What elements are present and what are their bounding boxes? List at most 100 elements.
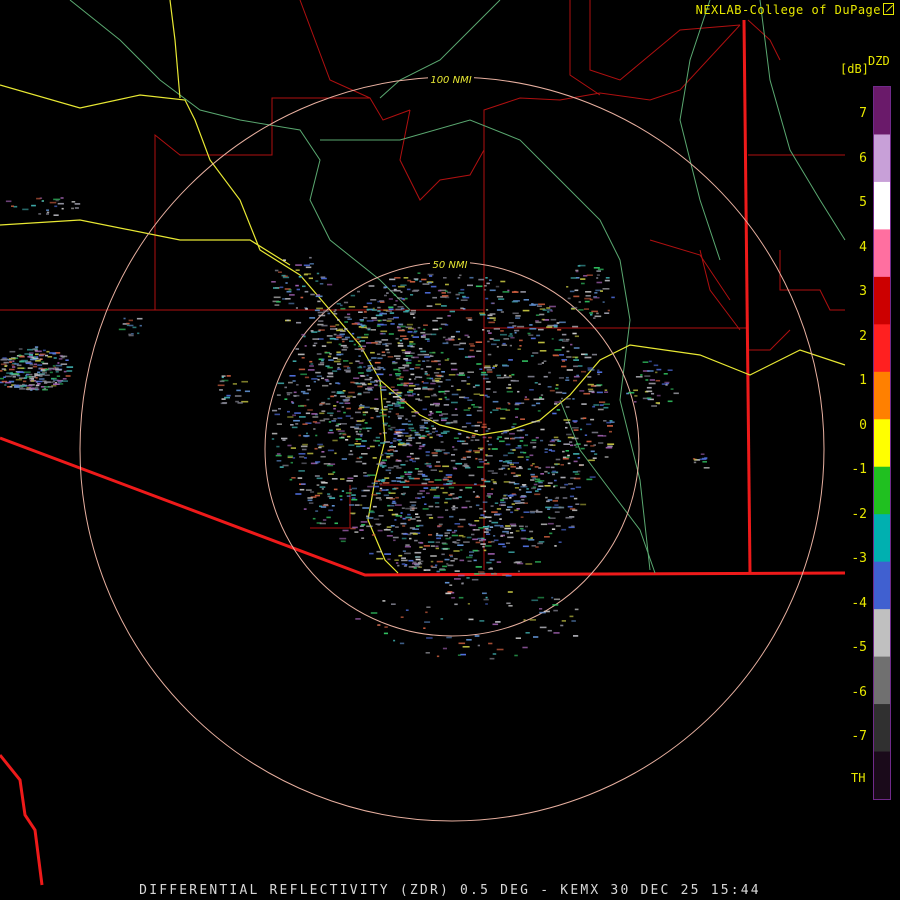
radar-echo-pixel bbox=[404, 522, 407, 525]
radar-echo-pixel bbox=[336, 423, 340, 426]
radar-echo-pixel bbox=[604, 391, 609, 393]
radar-echo-pixel bbox=[509, 532, 514, 534]
radar-echo-pixel bbox=[519, 339, 523, 342]
radar-echo-pixel bbox=[241, 380, 248, 383]
radar-echo-pixel bbox=[400, 335, 407, 337]
radar-echo-pixel bbox=[452, 446, 455, 448]
radar-echo-pixel bbox=[445, 509, 449, 511]
radar-echo-pixel bbox=[596, 391, 603, 394]
radar-echo-pixel bbox=[411, 415, 416, 417]
radar-echo-pixel bbox=[446, 483, 452, 485]
radar-echo-pixel bbox=[311, 378, 318, 380]
radar-echo-pixel bbox=[382, 319, 387, 321]
radar-echo-pixel bbox=[378, 515, 384, 517]
radar-echo-pixel bbox=[498, 468, 504, 470]
radar-echo-pixel bbox=[387, 318, 394, 320]
radar-echo-pixel bbox=[506, 532, 509, 535]
radar-echo-pixel bbox=[409, 343, 412, 345]
radar-echo-pixel bbox=[321, 488, 324, 490]
radar-echo-pixel bbox=[435, 404, 440, 407]
radar-echo-pixel bbox=[461, 582, 464, 584]
radar-echo-pixel bbox=[57, 381, 62, 383]
radar-echo-pixel bbox=[441, 295, 449, 297]
radar-echo-pixel bbox=[367, 386, 374, 389]
scale-tick-label: 3 bbox=[859, 284, 867, 299]
radar-echo-pixel bbox=[571, 308, 575, 310]
radar-echo-pixel bbox=[316, 307, 323, 310]
radar-echo-pixel bbox=[578, 301, 581, 303]
radar-echo-pixel bbox=[572, 509, 578, 512]
radar-echo-pixel bbox=[548, 449, 552, 451]
radar-echo-pixel bbox=[316, 375, 322, 377]
radar-echo-pixel bbox=[549, 532, 553, 535]
radar-echo-pixel bbox=[453, 420, 458, 422]
radar-echo-pixel bbox=[457, 544, 464, 546]
radar-echo-pixel bbox=[435, 534, 443, 537]
radar-echo-pixel bbox=[418, 524, 424, 527]
radar-echo-pixel bbox=[479, 508, 483, 510]
radar-echo-pixel bbox=[390, 530, 394, 533]
radar-echo-pixel bbox=[366, 525, 373, 528]
radar-echo-pixel bbox=[402, 525, 406, 527]
radar-echo-pixel bbox=[571, 437, 579, 440]
radar-echo-pixel bbox=[466, 414, 472, 416]
radar-echo-pixel bbox=[559, 354, 564, 356]
radar-echo-pixel bbox=[382, 482, 390, 484]
radar-echo-pixel bbox=[555, 387, 559, 390]
radar-echo-pixel bbox=[517, 348, 521, 350]
radar-echo-pixel bbox=[473, 450, 480, 452]
radar-echo-pixel bbox=[336, 428, 341, 431]
radar-echo-pixel bbox=[366, 369, 373, 371]
radar-echo-pixel bbox=[442, 548, 448, 550]
radar-echo-pixel bbox=[359, 406, 365, 409]
radar-echo-pixel bbox=[337, 366, 340, 369]
radar-echo-pixel bbox=[440, 487, 445, 490]
radar-echo-pixel bbox=[565, 376, 569, 379]
radar-echo-pixel bbox=[486, 330, 490, 332]
radar-echo-pixel bbox=[544, 451, 548, 453]
radar-echo-pixel bbox=[454, 578, 461, 580]
radar-echo-pixel bbox=[565, 450, 569, 452]
radar-echo-pixel bbox=[370, 381, 376, 383]
radar-echo-pixel bbox=[392, 389, 399, 391]
radar-echo-pixel bbox=[573, 497, 578, 500]
radar-echo-pixel bbox=[307, 369, 315, 371]
radar-echo-pixel bbox=[44, 386, 50, 388]
radar-echo-pixel bbox=[224, 396, 230, 399]
radar-echo-pixel bbox=[394, 355, 401, 357]
radar-echo-pixel bbox=[492, 365, 497, 367]
radar-echo-pixel bbox=[425, 569, 430, 571]
radar-echo-pixel bbox=[579, 390, 585, 392]
radar-echo-pixel bbox=[583, 308, 589, 310]
radar-echo-pixel bbox=[278, 271, 282, 273]
radar-echo-pixel bbox=[57, 202, 64, 205]
radar-echo-pixel bbox=[475, 457, 478, 460]
radar-echo-pixel bbox=[460, 458, 467, 460]
radar-echo-pixel bbox=[499, 440, 505, 443]
radar-echo-pixel bbox=[544, 470, 548, 473]
radar-echo-pixel bbox=[12, 373, 20, 375]
radar-echo-pixel bbox=[427, 340, 430, 342]
radar-echo-pixel bbox=[370, 417, 374, 419]
radar-echo-pixel bbox=[403, 382, 409, 385]
radar-echo-pixel bbox=[340, 304, 343, 307]
radar-echo-pixel bbox=[581, 370, 587, 373]
radar-echo-pixel bbox=[459, 518, 466, 521]
radar-echo-pixel bbox=[500, 417, 506, 420]
radar-echo-pixel bbox=[302, 285, 306, 288]
radar-echo-pixel bbox=[460, 299, 468, 301]
radar-echo-pixel bbox=[403, 358, 409, 360]
radar-echo-pixel bbox=[518, 525, 524, 528]
radar-echo-pixel bbox=[635, 376, 643, 378]
radar-echo-pixel bbox=[361, 537, 365, 539]
radar-echo-pixel bbox=[570, 487, 575, 490]
radar-echo-pixel bbox=[404, 471, 407, 473]
radar-echo-pixel bbox=[470, 439, 474, 442]
radar-echo-pixel bbox=[474, 439, 480, 441]
radar-echo-pixel bbox=[488, 321, 495, 324]
radar-echo-pixel bbox=[465, 317, 473, 319]
radar-echo-pixel bbox=[489, 279, 492, 281]
radar-echo-pixel bbox=[472, 538, 478, 541]
radar-echo-pixel bbox=[363, 311, 367, 313]
radar-echo-pixel bbox=[416, 525, 420, 527]
